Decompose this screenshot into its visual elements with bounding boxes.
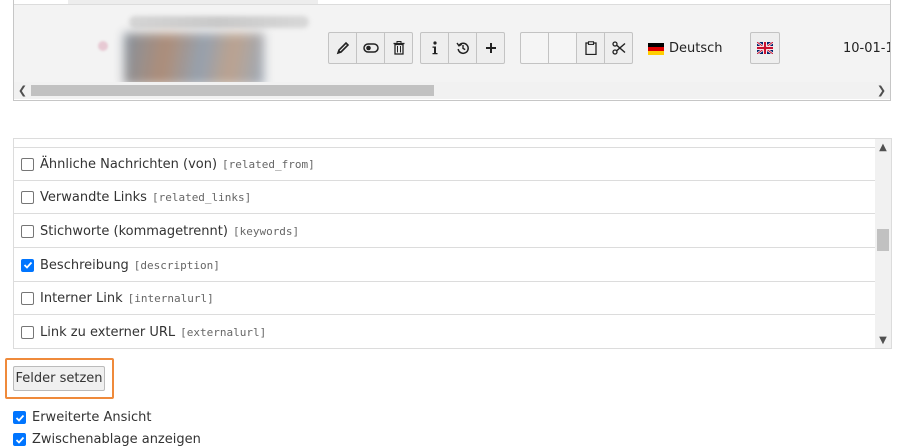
field-key: [description]	[133, 258, 220, 272]
field-checkbox[interactable]	[21, 291, 34, 305]
set-fields-highlight: Felder setzen	[5, 358, 114, 399]
hide-toggle-button[interactable]	[356, 32, 385, 64]
empty-slot-button	[520, 32, 549, 64]
info-icon	[432, 41, 437, 55]
language-label: Deutsch	[669, 41, 723, 56]
field-key: [externalurl]	[180, 326, 267, 339]
field-label: Beschreibung	[40, 257, 129, 273]
field-checkbox[interactable]	[21, 326, 34, 339]
language-indicator: Deutsch	[648, 41, 723, 56]
field-option-related-from[interactable]: Ähnliche Nachrichten (von) [related_from…	[14, 148, 875, 181]
clipboard-icon	[584, 41, 597, 55]
option-extended-view[interactable]: Erweiterte Ansicht	[6, 410, 151, 425]
option-show-clipboard[interactable]: Zwischenablage anzeigen	[6, 432, 201, 447]
check-icon	[23, 261, 32, 269]
vertical-scrollbar[interactable]: ▲ ▼	[875, 139, 891, 348]
trash-icon	[393, 41, 404, 55]
field-label: Ähnliche Nachrichten (von)	[40, 156, 218, 172]
field-label: Verwandte Links	[40, 189, 147, 205]
edit-button[interactable]	[328, 32, 357, 64]
field-checkbox[interactable]	[21, 157, 34, 171]
new-record-button[interactable]	[476, 32, 505, 64]
record-status-icon	[98, 41, 108, 51]
check-icon	[15, 436, 24, 444]
uk-flag-icon	[757, 42, 773, 54]
horizontal-scroll-thumb[interactable]	[31, 85, 434, 96]
vertical-scroll-thumb[interactable]	[877, 229, 889, 251]
pencil-icon	[336, 41, 349, 55]
horizontal-scrollbar[interactable]: ❮ ❯	[14, 82, 890, 99]
field-checkbox[interactable]	[21, 224, 34, 238]
info-button-group	[420, 32, 505, 64]
check-icon	[15, 414, 24, 422]
history-icon	[455, 42, 469, 55]
edit-button-group	[328, 32, 413, 64]
field-selector-list: Ähnliche Nachrichten (von) [related_from…	[13, 138, 892, 349]
cut-button[interactable]	[604, 32, 633, 64]
field-option-external-url[interactable]: Link zu externer URL [externalurl]	[14, 316, 875, 348]
german-flag-icon	[648, 42, 664, 55]
clipboard-button-group	[520, 32, 633, 64]
record-list-panel: Deutsch 10-01-1 ❮ ❯	[13, 0, 891, 101]
scroll-up-icon[interactable]: ▲	[875, 139, 891, 155]
option-label: Erweiterte Ansicht	[32, 410, 152, 425]
option-checkbox[interactable]	[13, 411, 26, 424]
field-key: [internalurl]	[127, 291, 214, 305]
empty-slot-button	[548, 32, 577, 64]
field-checkbox[interactable]	[21, 190, 34, 204]
field-option-description[interactable]: Beschreibung [description]	[14, 249, 875, 282]
field-key: [related_from]	[222, 157, 315, 171]
delete-button[interactable]	[384, 32, 413, 64]
field-label: Link zu externer URL	[40, 325, 176, 340]
translate-english-button[interactable]	[750, 32, 780, 64]
field-key: [keywords]	[232, 224, 300, 238]
history-button[interactable]	[448, 32, 477, 64]
copy-button[interactable]	[576, 32, 605, 64]
list-item	[14, 139, 875, 148]
record-date: 10-01-1	[843, 41, 891, 56]
scroll-down-icon[interactable]: ▼	[875, 332, 891, 348]
info-button[interactable]	[420, 32, 449, 64]
record-row[interactable]: Deutsch 10-01-1	[14, 4, 891, 85]
field-option-keywords[interactable]: Stichworte (kommagetrennt) [keywords]	[14, 215, 875, 248]
field-option-internal-link[interactable]: Interner Link [internalurl]	[14, 282, 875, 315]
set-fields-button[interactable]: Felder setzen	[13, 366, 105, 391]
field-label: Stichworte (kommagetrennt)	[40, 223, 228, 239]
option-label: Zwischenablage anzeigen	[32, 432, 201, 447]
scroll-right-icon[interactable]: ❯	[873, 82, 890, 99]
option-checkbox[interactable]	[13, 433, 26, 446]
field-option-related-links[interactable]: Verwandte Links [related_links]	[14, 181, 875, 214]
scroll-left-icon[interactable]: ❮	[14, 82, 31, 99]
field-label: Interner Link	[40, 290, 123, 306]
plus-icon	[485, 43, 496, 53]
record-thumbnail[interactable]	[124, 33, 264, 85]
scissors-icon	[611, 41, 625, 55]
field-checkbox[interactable]	[21, 258, 34, 272]
field-key: [related_links]	[151, 190, 252, 204]
toggle-icon	[362, 43, 379, 53]
record-title-blurred	[129, 16, 309, 28]
